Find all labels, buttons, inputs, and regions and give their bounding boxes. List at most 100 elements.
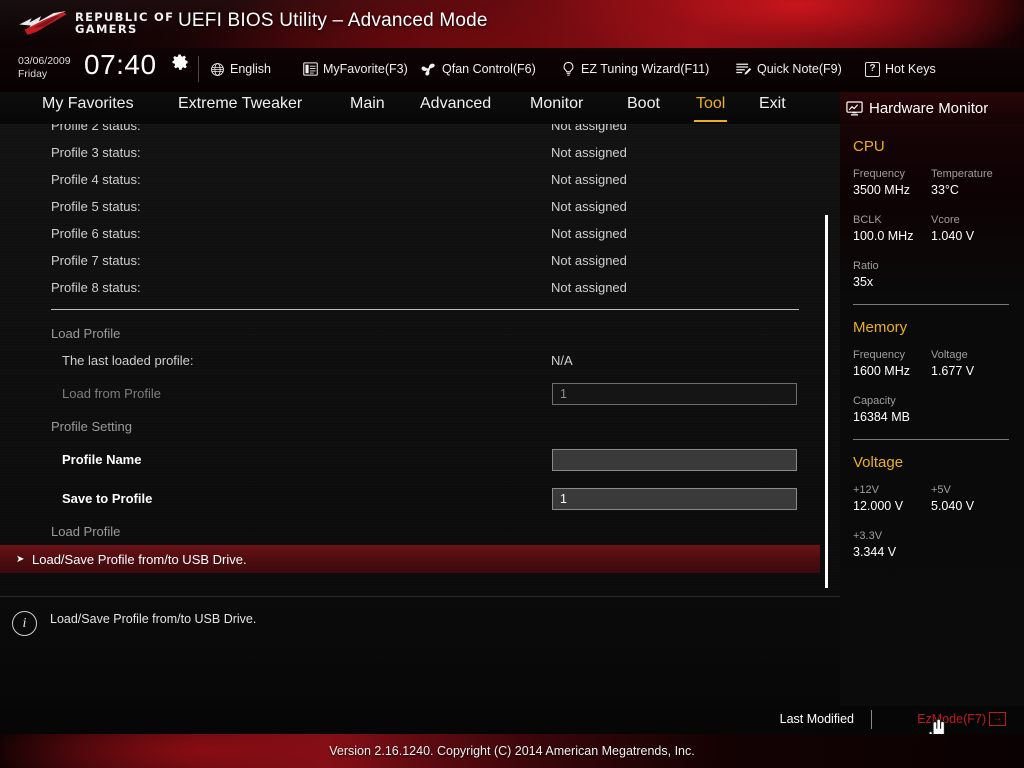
table-row[interactable]: Profile 5 status: Not assigned <box>0 193 820 220</box>
profile-8-status-value: Not assigned <box>551 280 627 295</box>
profile-name-row[interactable]: Profile Name <box>0 440 820 479</box>
profile-4-status-label: Profile 4 status: <box>51 172 141 187</box>
info-icon: i <box>12 611 37 636</box>
monitor-chart-icon <box>846 100 863 115</box>
hw-voltage-5v: +5V 5.040 V <box>931 482 1009 515</box>
table-row[interactable]: Profile 3 status: Not assigned <box>0 139 820 166</box>
profile-setting-heading-label: Profile Setting <box>51 419 132 434</box>
rog-logo-icon <box>19 11 67 35</box>
hw-memory-row-1: Frequency 1600 MHz Voltage 1.677 V <box>853 347 1024 380</box>
page-title: UEFI BIOS Utility – Advanced Mode <box>178 10 488 31</box>
profile-2-status-value: Not assigned <box>551 124 627 133</box>
profile-name-input[interactable] <box>552 448 797 471</box>
hw-cpu-frequency-value: 3500 MHz <box>853 183 910 197</box>
hw-voltage-12v-value: 12.000 V <box>853 499 904 513</box>
hw-memory-voltage: Voltage 1.677 V <box>931 347 1009 380</box>
ez-mode-label: EzMode(F7) <box>917 712 986 726</box>
profile-3-status-value: Not assigned <box>551 145 627 160</box>
language-button[interactable]: English <box>210 57 271 81</box>
quick-note-button[interactable]: Quick Note(F9) <box>735 57 842 81</box>
hw-voltage-3v3-value: 3.344 V <box>853 545 897 559</box>
gear-icon[interactable] <box>170 52 190 72</box>
hw-memory-frequency-value: 1600 MHz <box>853 364 910 378</box>
hw-cpu-ratio-key: Ratio <box>853 260 879 272</box>
hardware-monitor-panel: CPU Frequency 3500 MHz Temperature 33°C … <box>840 124 1024 706</box>
last-loaded-profile-row[interactable]: The last loaded profile: N/A <box>0 347 820 374</box>
table-row[interactable]: Profile 6 status: Not assigned <box>0 220 820 247</box>
tab-advanced[interactable]: Advanced <box>418 94 493 122</box>
system-weekday: Friday <box>18 68 48 80</box>
profile-5-status-label: Profile 5 status: <box>51 199 141 214</box>
hw-cpu-row-1: Frequency 3500 MHz Temperature 33°C <box>853 166 1024 199</box>
fan-icon <box>421 63 435 76</box>
profile-2-status-label: Profile 2 status: <box>51 124 141 133</box>
hw-cpu-row-3: Ratio 35x <box>853 258 1024 291</box>
hw-cpu-frequency-key: Frequency <box>853 168 905 180</box>
table-row[interactable]: Profile 7 status: Not assigned <box>0 247 820 274</box>
system-datetime: 03/06/2009 Friday <box>18 55 71 81</box>
hw-cpu-row-2: BCLK 100.0 MHz Vcore 1.040 V <box>853 212 1024 245</box>
load-from-profile-input[interactable]: 1 <box>552 382 797 405</box>
scrollbar-thumb[interactable] <box>825 215 828 588</box>
last-loaded-profile-value: N/A <box>551 353 573 368</box>
hw-section-memory-title: Memory <box>853 319 908 336</box>
hw-voltage-3v3: +3.3V 3.344 V <box>853 528 931 561</box>
tab-main[interactable]: Main <box>348 94 387 122</box>
hw-voltage-12v: +12V 12.000 V <box>853 482 931 515</box>
profile-5-status-value: Not assigned <box>551 199 627 214</box>
table-row[interactable]: Profile 4 status: Not assigned <box>0 166 820 193</box>
last-modified-button[interactable]: Last Modified <box>780 712 854 726</box>
hw-cpu-vcore: Vcore 1.040 V <box>931 212 1009 245</box>
main-tab-bar: My Favorites Extreme Tweaker Main Advanc… <box>0 92 840 124</box>
hw-memory-row-2: Capacity 16384 MB <box>853 393 1024 426</box>
version-bar: Version 2.16.1240. Copyright (C) 2014 Am… <box>0 734 1024 768</box>
tab-boot[interactable]: Boot <box>625 94 662 122</box>
hw-cpu-bclk: BCLK 100.0 MHz <box>853 212 931 245</box>
hw-memory-voltage-key: Voltage <box>931 349 968 361</box>
hot-keys-label: Hot Keys <box>885 62 936 76</box>
quick-note-label: Quick Note(F9) <box>757 62 842 76</box>
hw-cpu-bclk-value: 100.0 MHz <box>853 229 914 243</box>
table-row[interactable]: Profile 2 status: Not assigned <box>0 124 820 139</box>
note-pencil-icon <box>736 63 752 75</box>
hw-cpu-temperature-key: Temperature <box>931 168 993 180</box>
hw-memory-capacity-key: Capacity <box>853 395 896 407</box>
myfavorite-button[interactable]: MyFavorite(F3) <box>303 57 408 81</box>
load-from-profile-row[interactable]: Load from Profile 1 <box>0 374 820 413</box>
table-row[interactable]: Profile 8 status: Not assigned <box>0 274 820 301</box>
version-text: Version 2.16.1240. Copyright (C) 2014 Am… <box>329 744 695 758</box>
hot-keys-button[interactable]: ? Hot Keys <box>865 57 936 81</box>
rog-brand-line1: REPUBLIC OF <box>75 10 175 25</box>
ez-mode-button[interactable]: EzMode(F7) → <box>917 712 1006 726</box>
load-profile-heading-label: Load Profile <box>51 326 121 341</box>
help-info-text: Load/Save Profile from/to USB Drive. <box>50 612 257 626</box>
language-label: English <box>230 62 271 76</box>
tab-extreme-tweaker[interactable]: Extreme Tweaker <box>176 94 304 122</box>
hw-cpu-vcore-key: Vcore <box>931 214 960 226</box>
tab-tool[interactable]: Tool <box>694 94 728 122</box>
hw-cpu-ratio-value: 35x <box>853 275 874 289</box>
hw-divider-2 <box>853 439 1009 440</box>
info-strip: 03/06/2009 Friday 07:40 English MyFavori… <box>0 48 1024 92</box>
profile-8-status-label: Profile 8 status: <box>51 280 141 295</box>
save-to-profile-row[interactable]: Save to Profile 1 <box>0 479 820 518</box>
content-scrollbar[interactable] <box>820 124 840 596</box>
profile-7-status-value: Not assigned <box>551 253 627 268</box>
hw-voltage-5v-value: 5.040 V <box>931 499 975 513</box>
save-to-profile-input[interactable]: 1 <box>552 487 797 510</box>
hw-cpu-bclk-key: BCLK <box>853 214 882 226</box>
tab-monitor[interactable]: Monitor <box>528 94 585 122</box>
tab-my-favorites[interactable]: My Favorites <box>40 94 136 122</box>
hw-voltage-row-2: +3.3V 3.344 V <box>853 528 1024 561</box>
profile-6-status-label: Profile 6 status: <box>51 226 141 241</box>
load-save-profile-usb-item[interactable]: ➤ Load/Save Profile from/to USB Drive. <box>0 545 820 573</box>
myfavorite-label: MyFavorite(F3) <box>323 62 408 76</box>
hw-cpu-vcore-value: 1.040 V <box>931 229 975 243</box>
tab-exit[interactable]: Exit <box>757 94 788 122</box>
globe-icon <box>211 62 224 76</box>
settings-row-list: Profile 2 status: Not assigned Profile 3… <box>0 124 820 573</box>
footer-divider <box>871 710 872 729</box>
qfan-control-button[interactable]: Qfan Control(F6) <box>420 57 536 81</box>
hw-cpu-ratio: Ratio 35x <box>853 258 931 291</box>
ez-tuning-wizard-button[interactable]: EZ Tuning Wizard(F11) <box>561 57 709 81</box>
